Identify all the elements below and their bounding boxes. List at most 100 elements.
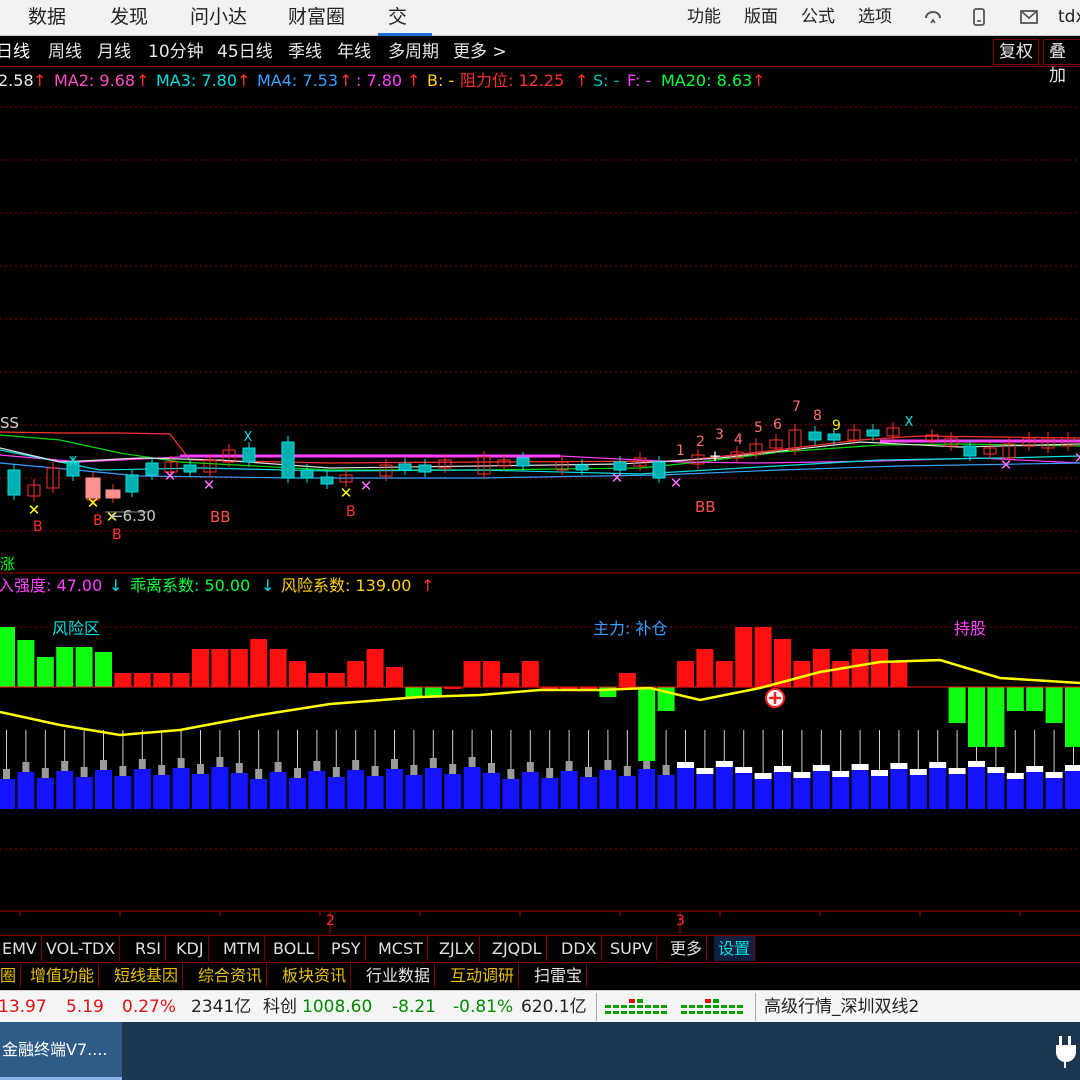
volume-cap	[832, 771, 850, 777]
pink-cross-mark: ✕	[611, 469, 624, 487]
volume-bar	[657, 775, 675, 809]
tab-sector-news[interactable]: 板块资讯	[278, 963, 352, 988]
tab-news[interactable]: 综合资讯	[194, 963, 268, 988]
period-multi[interactable]: 多周期	[388, 37, 439, 67]
volume-bar	[347, 770, 365, 809]
volume-bar	[929, 768, 947, 809]
histogram-bar	[812, 649, 830, 687]
period-45day[interactable]: 45日线	[217, 37, 273, 67]
period-10min[interactable]: 10分钟	[148, 37, 204, 67]
moving-average-lines	[0, 431, 1080, 479]
count-label: 2	[696, 434, 705, 450]
buy-mark: B	[93, 513, 103, 529]
index-change: 5.19	[66, 997, 104, 1017]
tab-circle[interactable]: 圈	[0, 963, 22, 988]
tab-short-gene[interactable]: 短线基因	[110, 963, 184, 988]
count-label: 8	[813, 408, 822, 424]
tab-ddx[interactable]: DDX	[557, 936, 602, 961]
tab-psy[interactable]: PSY	[327, 936, 366, 961]
volume-bar	[677, 768, 694, 809]
histogram-bar	[521, 661, 539, 687]
power-plug-icon[interactable]	[1054, 1034, 1080, 1068]
tab-mcst[interactable]: MCST	[374, 936, 428, 961]
volume-cap	[623, 766, 631, 776]
tab-emv[interactable]: EMV	[0, 936, 42, 961]
sub-indicator	[0, 627, 1080, 809]
mail-icon[interactable]	[1018, 6, 1040, 28]
tab-more[interactable]: 更多	[666, 936, 708, 961]
period-bar: 日线 周线 月线 10分钟 45日线 季线 年线 多周期 更多 > 复权 叠加	[0, 37, 1080, 86]
tab-vol-tdx[interactable]: VOL-TDX	[42, 936, 121, 961]
tab-mtm[interactable]: MTM	[219, 936, 266, 961]
volume-bar	[599, 770, 617, 809]
candle-body	[145, 462, 159, 476]
ma5-value: : 7.80	[356, 71, 403, 90]
risk-arrow: ↑	[421, 576, 435, 595]
top-menu-bar: 数据 发现 问小达 财富圈 交易 功能 版面 公式 选项 tdx	[0, 0, 1080, 62]
period-daily[interactable]: 日线	[0, 37, 30, 67]
histogram-bar	[1026, 687, 1044, 711]
price-arrow-label: ←6.30	[110, 507, 156, 525]
period-more[interactable]: 更多 >	[453, 37, 507, 67]
period-quarter[interactable]: 季线	[288, 37, 322, 67]
volume-bar	[327, 777, 345, 809]
menu-layout[interactable]: 版面	[744, 0, 778, 36]
refresh-icon[interactable]	[922, 6, 944, 28]
volume-bar	[851, 770, 869, 809]
buy-strength-arrow: ↓	[109, 576, 123, 595]
volume-cap	[216, 757, 224, 767]
histogram-bar	[250, 639, 268, 687]
tab-mine-scan[interactable]: 扫雷宝	[530, 963, 588, 988]
menu-function[interactable]: 功能	[687, 0, 721, 36]
tab-supv[interactable]: SUPV	[606, 936, 658, 961]
volume-bar	[890, 769, 908, 809]
ss-label: SS	[0, 414, 20, 432]
menu-trade[interactable]: 交易	[378, 0, 432, 62]
menu-options[interactable]: 选项	[858, 0, 892, 36]
pink-cross-mark: ✕	[203, 476, 216, 494]
volume-bar	[483, 773, 500, 809]
volume-bar	[463, 767, 481, 809]
candle-body	[866, 429, 880, 437]
taskbar-app-button[interactable]: 金融终端V7....	[0, 1022, 122, 1080]
candle-body	[652, 461, 666, 479]
tab-rsi[interactable]: RSI	[131, 936, 166, 961]
volume-bar	[133, 769, 151, 809]
histogram-bar	[211, 649, 229, 687]
pink-cross-mark: ✕	[1074, 449, 1080, 467]
volume-cap	[696, 768, 714, 774]
period-weekly[interactable]: 周线	[48, 37, 82, 67]
period-year[interactable]: 年线	[337, 37, 371, 67]
resistance-arrow: ↑	[575, 71, 589, 90]
tab-kdj[interactable]: KDJ	[172, 936, 209, 961]
volume-bar	[638, 769, 656, 809]
overlay-button[interactable]: 叠加	[1043, 39, 1080, 86]
feed-name[interactable]: 高级行情_深圳双线2	[764, 991, 919, 1023]
phone-icon[interactable]	[968, 6, 990, 28]
tab-zjlx[interactable]: ZJLX	[435, 936, 480, 961]
menu-ask[interactable]: 问小达	[180, 0, 257, 36]
adjust-button[interactable]: 复权	[993, 39, 1039, 65]
menu-formula[interactable]: 公式	[801, 0, 835, 36]
kline-chart[interactable]: ✕✕✕✕✕✕✕✕✕✕✕XXX+	[0, 92, 1080, 934]
os-taskbar: 金融终端V7....	[0, 1022, 1080, 1080]
volume-cap	[177, 758, 185, 768]
volume-cap	[585, 767, 592, 777]
tab-boll[interactable]: BOLL	[269, 936, 320, 961]
tab-value-added[interactable]: 增值功能	[26, 963, 100, 988]
menu-wealth-circle[interactable]: 财富圈	[278, 0, 355, 36]
market-breadth-widget[interactable]	[596, 993, 756, 1021]
tab-zjqdl[interactable]: ZJQDL	[488, 936, 547, 961]
menu-discover[interactable]: 发现	[100, 0, 158, 36]
tab-industry-data[interactable]: 行业数据	[362, 963, 436, 988]
tab-settings[interactable]: 设置	[714, 936, 756, 961]
period-monthly[interactable]: 月线	[97, 37, 131, 67]
main-force-label: 主力: 补仓	[593, 619, 668, 638]
volume-bar	[774, 772, 791, 809]
tab-interactive-research[interactable]: 互动调研	[446, 963, 520, 988]
tdx-label[interactable]: tdx	[1058, 0, 1080, 36]
menu-data[interactable]: 数据	[18, 0, 76, 36]
volume-cap	[255, 769, 263, 779]
cyan-x-mark: X	[69, 455, 78, 470]
histogram-bar	[133, 673, 151, 687]
